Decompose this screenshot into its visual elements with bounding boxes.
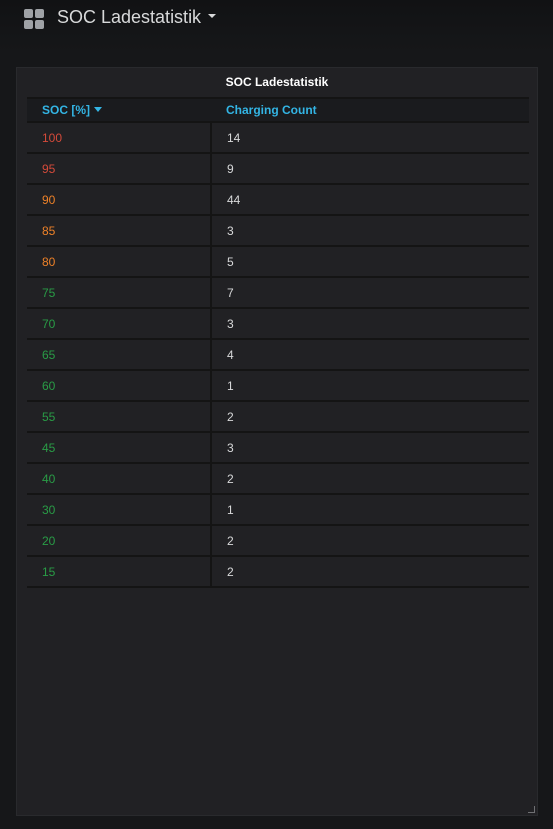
table-row: 90 44 xyxy=(27,184,529,216)
charging-count-cell: 1 xyxy=(211,494,529,526)
column-header-soc[interactable]: SOC [%] xyxy=(27,97,211,123)
table-row: 60 1 xyxy=(27,370,529,402)
soc-cell: 65 xyxy=(27,339,212,371)
table-panel: SOC Ladestatistik SOC [%] Charging Count… xyxy=(16,67,538,816)
charging-count-cell: 1 xyxy=(211,370,529,402)
table-header-row: SOC [%] Charging Count xyxy=(27,97,529,123)
charging-count-cell: 3 xyxy=(211,432,529,464)
soc-cell: 80 xyxy=(27,246,212,278)
charging-count-cell: 2 xyxy=(211,525,529,557)
table-row: 30 1 xyxy=(27,494,529,526)
chevron-down-icon xyxy=(208,14,217,19)
charging-count-cell: 2 xyxy=(211,463,529,495)
table-row: 65 4 xyxy=(27,339,529,371)
table-row: 20 2 xyxy=(27,525,529,557)
column-header-charging-count[interactable]: Charging Count xyxy=(211,97,529,123)
table-row: 45 3 xyxy=(27,432,529,464)
soc-cell: 40 xyxy=(27,463,212,495)
soc-cell: 45 xyxy=(27,432,212,464)
sort-descending-icon xyxy=(94,107,102,113)
soc-cell: 20 xyxy=(27,525,212,557)
table-row: 95 9 xyxy=(27,153,529,185)
table-row: 85 3 xyxy=(27,215,529,247)
charging-count-cell: 4 xyxy=(211,339,529,371)
soc-cell: 85 xyxy=(27,215,212,247)
dashboard-title-picker[interactable]: SOC Ladestatistik xyxy=(57,7,217,28)
charging-count-cell: 44 xyxy=(211,184,529,216)
table-row: 15 2 xyxy=(27,556,529,588)
soc-cell: 60 xyxy=(27,370,212,402)
charging-count-cell: 7 xyxy=(211,277,529,309)
charging-count-cell: 2 xyxy=(211,556,529,588)
table-row: 75 7 xyxy=(27,277,529,309)
table-row: 70 3 xyxy=(27,308,529,340)
charging-count-cell: 9 xyxy=(211,153,529,185)
table-row: 40 2 xyxy=(27,463,529,495)
charging-count-cell: 3 xyxy=(211,215,529,247)
charging-count-cell: 5 xyxy=(211,246,529,278)
panel-title[interactable]: SOC Ladestatistik xyxy=(17,68,537,97)
soc-cell: 30 xyxy=(27,494,212,526)
table-row: 80 5 xyxy=(27,246,529,278)
soc-cell: 75 xyxy=(27,277,212,309)
table-row: 55 2 xyxy=(27,401,529,433)
soc-cell: 95 xyxy=(27,153,212,185)
dashboard-grid-icon[interactable] xyxy=(24,9,45,30)
charging-count-cell: 2 xyxy=(211,401,529,433)
column-header-label: Charging Count xyxy=(226,103,317,117)
soc-cell: 90 xyxy=(27,184,212,216)
dashboard-title: SOC Ladestatistik xyxy=(57,7,202,27)
soc-cell: 100 xyxy=(27,122,212,154)
soc-table: SOC [%] Charging Count 100 14 95 9 90 44 85 3 80… xyxy=(27,97,529,588)
soc-cell: 70 xyxy=(27,308,212,340)
top-navbar: SOC Ladestatistik xyxy=(0,0,553,52)
soc-cell: 15 xyxy=(27,556,212,588)
soc-cell: 55 xyxy=(27,401,212,433)
charging-count-cell: 3 xyxy=(211,308,529,340)
column-header-label: SOC [%] xyxy=(42,103,90,117)
panel-resize-handle[interactable] xyxy=(528,806,535,813)
table-row: 100 14 xyxy=(27,122,529,154)
charging-count-cell: 14 xyxy=(211,122,529,154)
